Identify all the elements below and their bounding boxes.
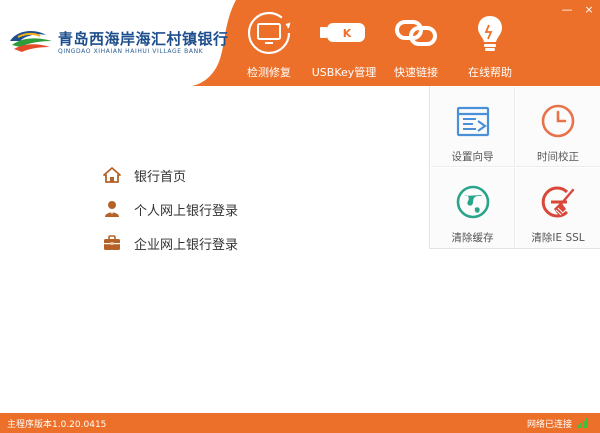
bank-name: 青岛西海岸海汇村镇银行 — [58, 30, 229, 48]
usbkey-letter: K — [343, 27, 352, 40]
home-icon — [102, 166, 122, 184]
tool-label: 清除IE SSL — [531, 232, 585, 244]
link-label: 企业网上银行登录 — [134, 237, 239, 253]
network-status: 网络已连接 — [526, 420, 572, 430]
nav-quick-links[interactable]: 快速链接 — [376, 10, 456, 80]
link-bank-homepage[interactable]: 银行首页 — [102, 158, 238, 192]
setup-wizard-icon — [431, 87, 514, 139]
nav-label: 检测修复 — [247, 66, 291, 79]
usbkey-icon: K — [304, 10, 384, 56]
tools-panel: 设置向导 时间校正 清除缓存 清除IE SSL — [429, 86, 600, 249]
signal-strength-icon — [577, 418, 588, 428]
window-controls: — × — [556, 2, 600, 18]
nav-usbkey[interactable]: K USBKey管理 — [304, 10, 384, 80]
bank-name-english: QINGDAO XIHAIAN HAIHUI VILLAGE BANK — [58, 48, 204, 55]
version-text: 主程序版本1.0.20.0415 — [7, 420, 107, 430]
tool-time-correction[interactable]: 时间校正 — [516, 87, 600, 167]
tool-clear-cache[interactable]: 清除缓存 — [431, 168, 515, 248]
nav-label: USBKey管理 — [311, 66, 377, 79]
tool-label: 设置向导 — [451, 151, 494, 163]
globe-clean-icon — [431, 168, 514, 220]
bank-logo-icon — [10, 31, 52, 52]
monitor-repair-icon — [229, 10, 309, 56]
minimize-button[interactable]: — — [556, 2, 578, 18]
tool-label: 清除缓存 — [451, 232, 494, 244]
link-label: 银行首页 — [134, 169, 187, 185]
nav-label: 快速链接 — [394, 66, 438, 79]
tool-setup-wizard[interactable]: 设置向导 — [431, 87, 515, 167]
bank-links: 银行首页 个人网上银行登录 企业网上银行登录 — [102, 158, 238, 260]
tool-clear-ie-ssl[interactable]: 清除IE SSL — [516, 168, 600, 248]
person-icon — [102, 200, 122, 218]
clock-icon — [516, 87, 600, 139]
status-bar: 主程序版本1.0.20.0415 网络已连接 — [0, 413, 600, 433]
lightbulb-icon — [450, 10, 530, 56]
broom-ie-icon — [516, 168, 600, 220]
nav-online-help[interactable]: 在线帮助 — [450, 10, 530, 80]
link-enterprise-banking-login[interactable]: 企业网上银行登录 — [102, 226, 238, 260]
app-header: 青岛西海岸海汇村镇银行 QINGDAO XIHAIAN HAIHUI VILLA… — [0, 0, 600, 86]
logo-panel: 青岛西海岸海汇村镇银行 QINGDAO XIHAIAN HAIHUI VILLA… — [0, 0, 236, 86]
briefcase-icon — [102, 234, 122, 252]
link-personal-banking-login[interactable]: 个人网上银行登录 — [102, 192, 238, 226]
tool-label: 时间校正 — [537, 151, 579, 163]
close-button[interactable]: × — [578, 2, 600, 18]
link-label: 个人网上银行登录 — [134, 203, 239, 219]
chain-link-icon — [376, 10, 456, 56]
nav-label: 在线帮助 — [468, 66, 512, 79]
nav-detect-repair[interactable]: 检测修复 — [229, 10, 309, 80]
